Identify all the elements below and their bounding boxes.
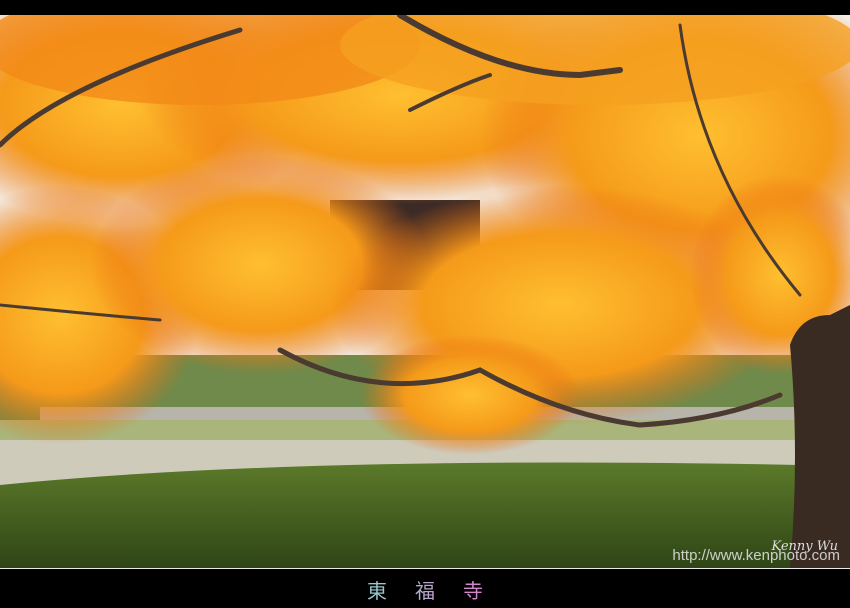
tree-trunk — [790, 305, 850, 568]
maple-scene — [0, 15, 850, 568]
foliage — [0, 15, 850, 455]
photo: Kenny Wu http://www.kenphoto.com — [0, 15, 850, 568]
frame-divider — [0, 568, 850, 569]
caption: 東福寺 — [0, 575, 850, 604]
watermark-url: http://www.kenphoto.com — [672, 547, 840, 564]
